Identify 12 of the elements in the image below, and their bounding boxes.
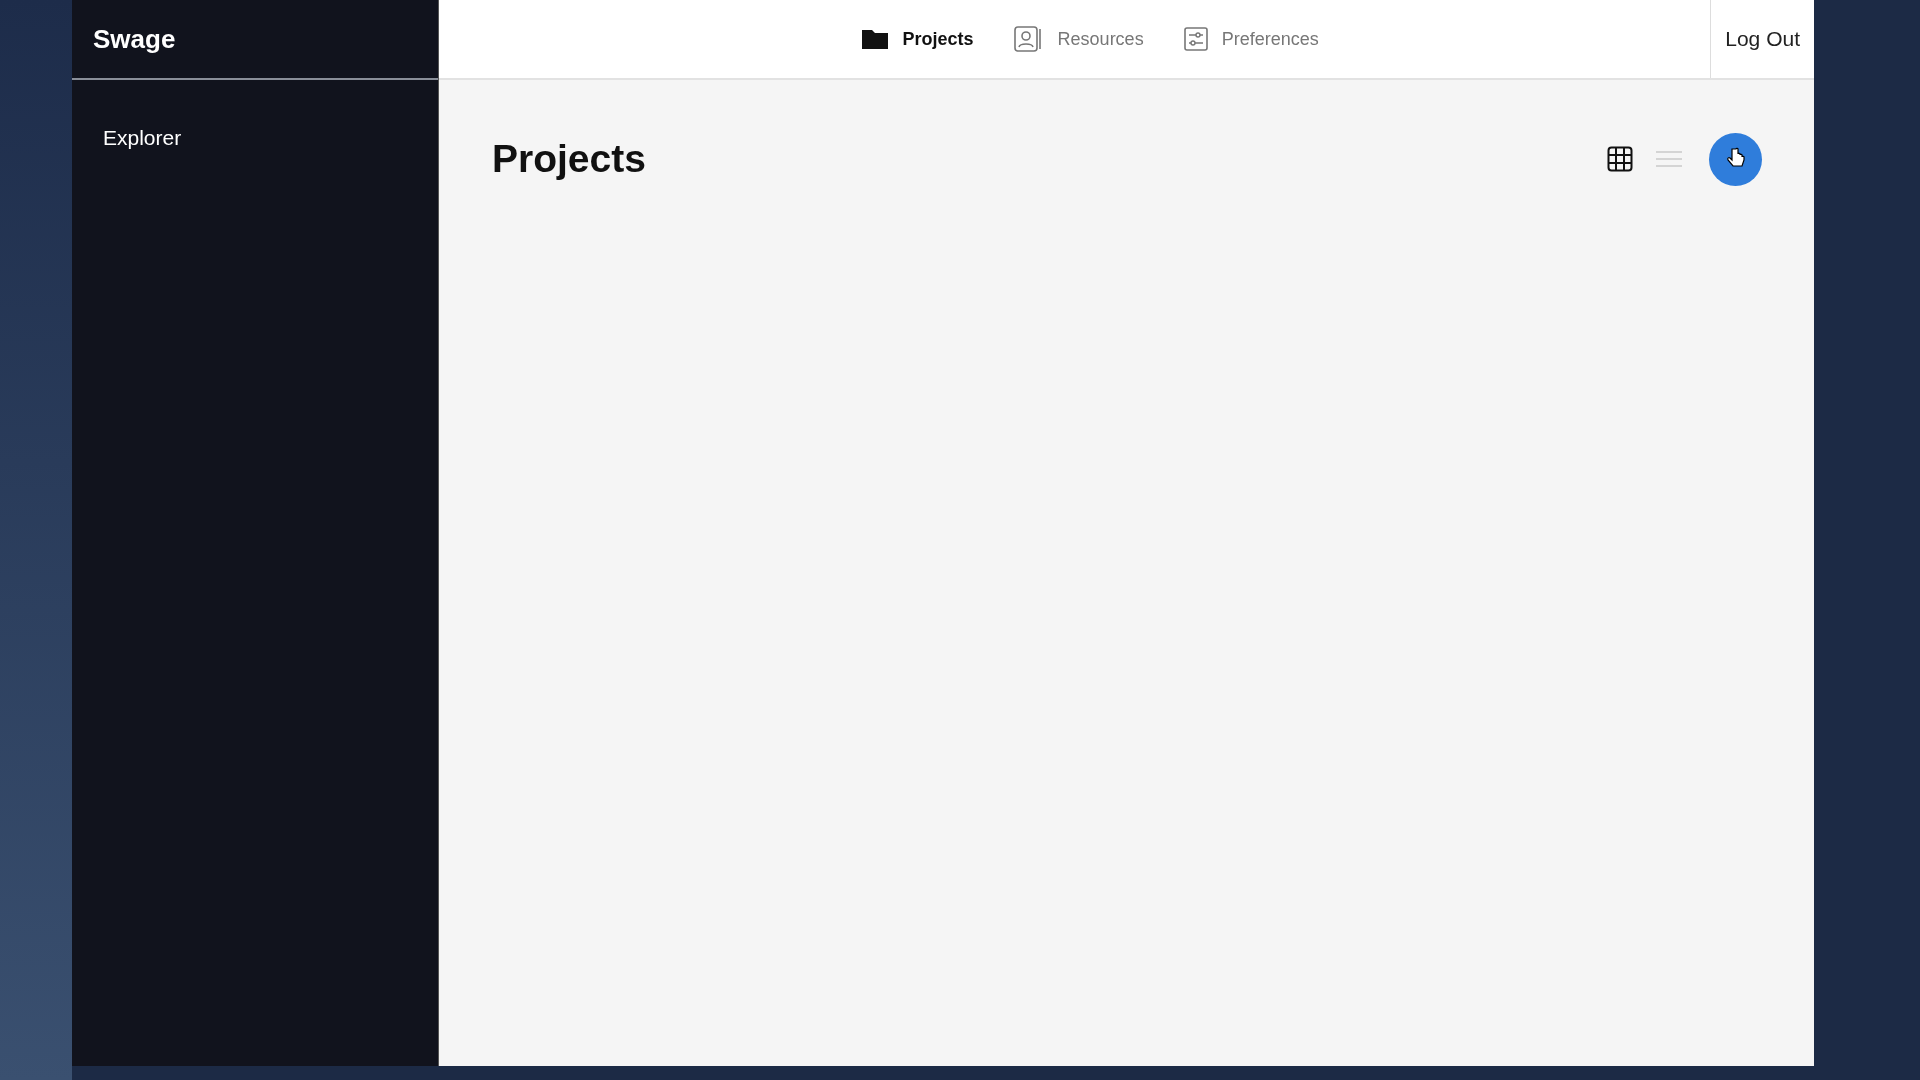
nav-tab[interactable]: Projects xyxy=(860,25,974,53)
add-button[interactable] xyxy=(1709,132,1762,186)
nav-tab[interactable]: Preferences xyxy=(1183,25,1319,53)
sidebar-item[interactable]: Explorer xyxy=(103,122,438,154)
sliders-icon xyxy=(1183,27,1208,51)
nav-tab[interactable]: Resources xyxy=(1013,25,1144,53)
logout-button[interactable]: Log Out xyxy=(1710,0,1814,78)
contact-card-icon xyxy=(1013,26,1044,52)
folder-icon xyxy=(860,28,889,50)
page-title: Projects xyxy=(492,136,647,182)
grid-view-icon[interactable] xyxy=(1607,146,1633,173)
app-name: Swage xyxy=(93,22,176,56)
